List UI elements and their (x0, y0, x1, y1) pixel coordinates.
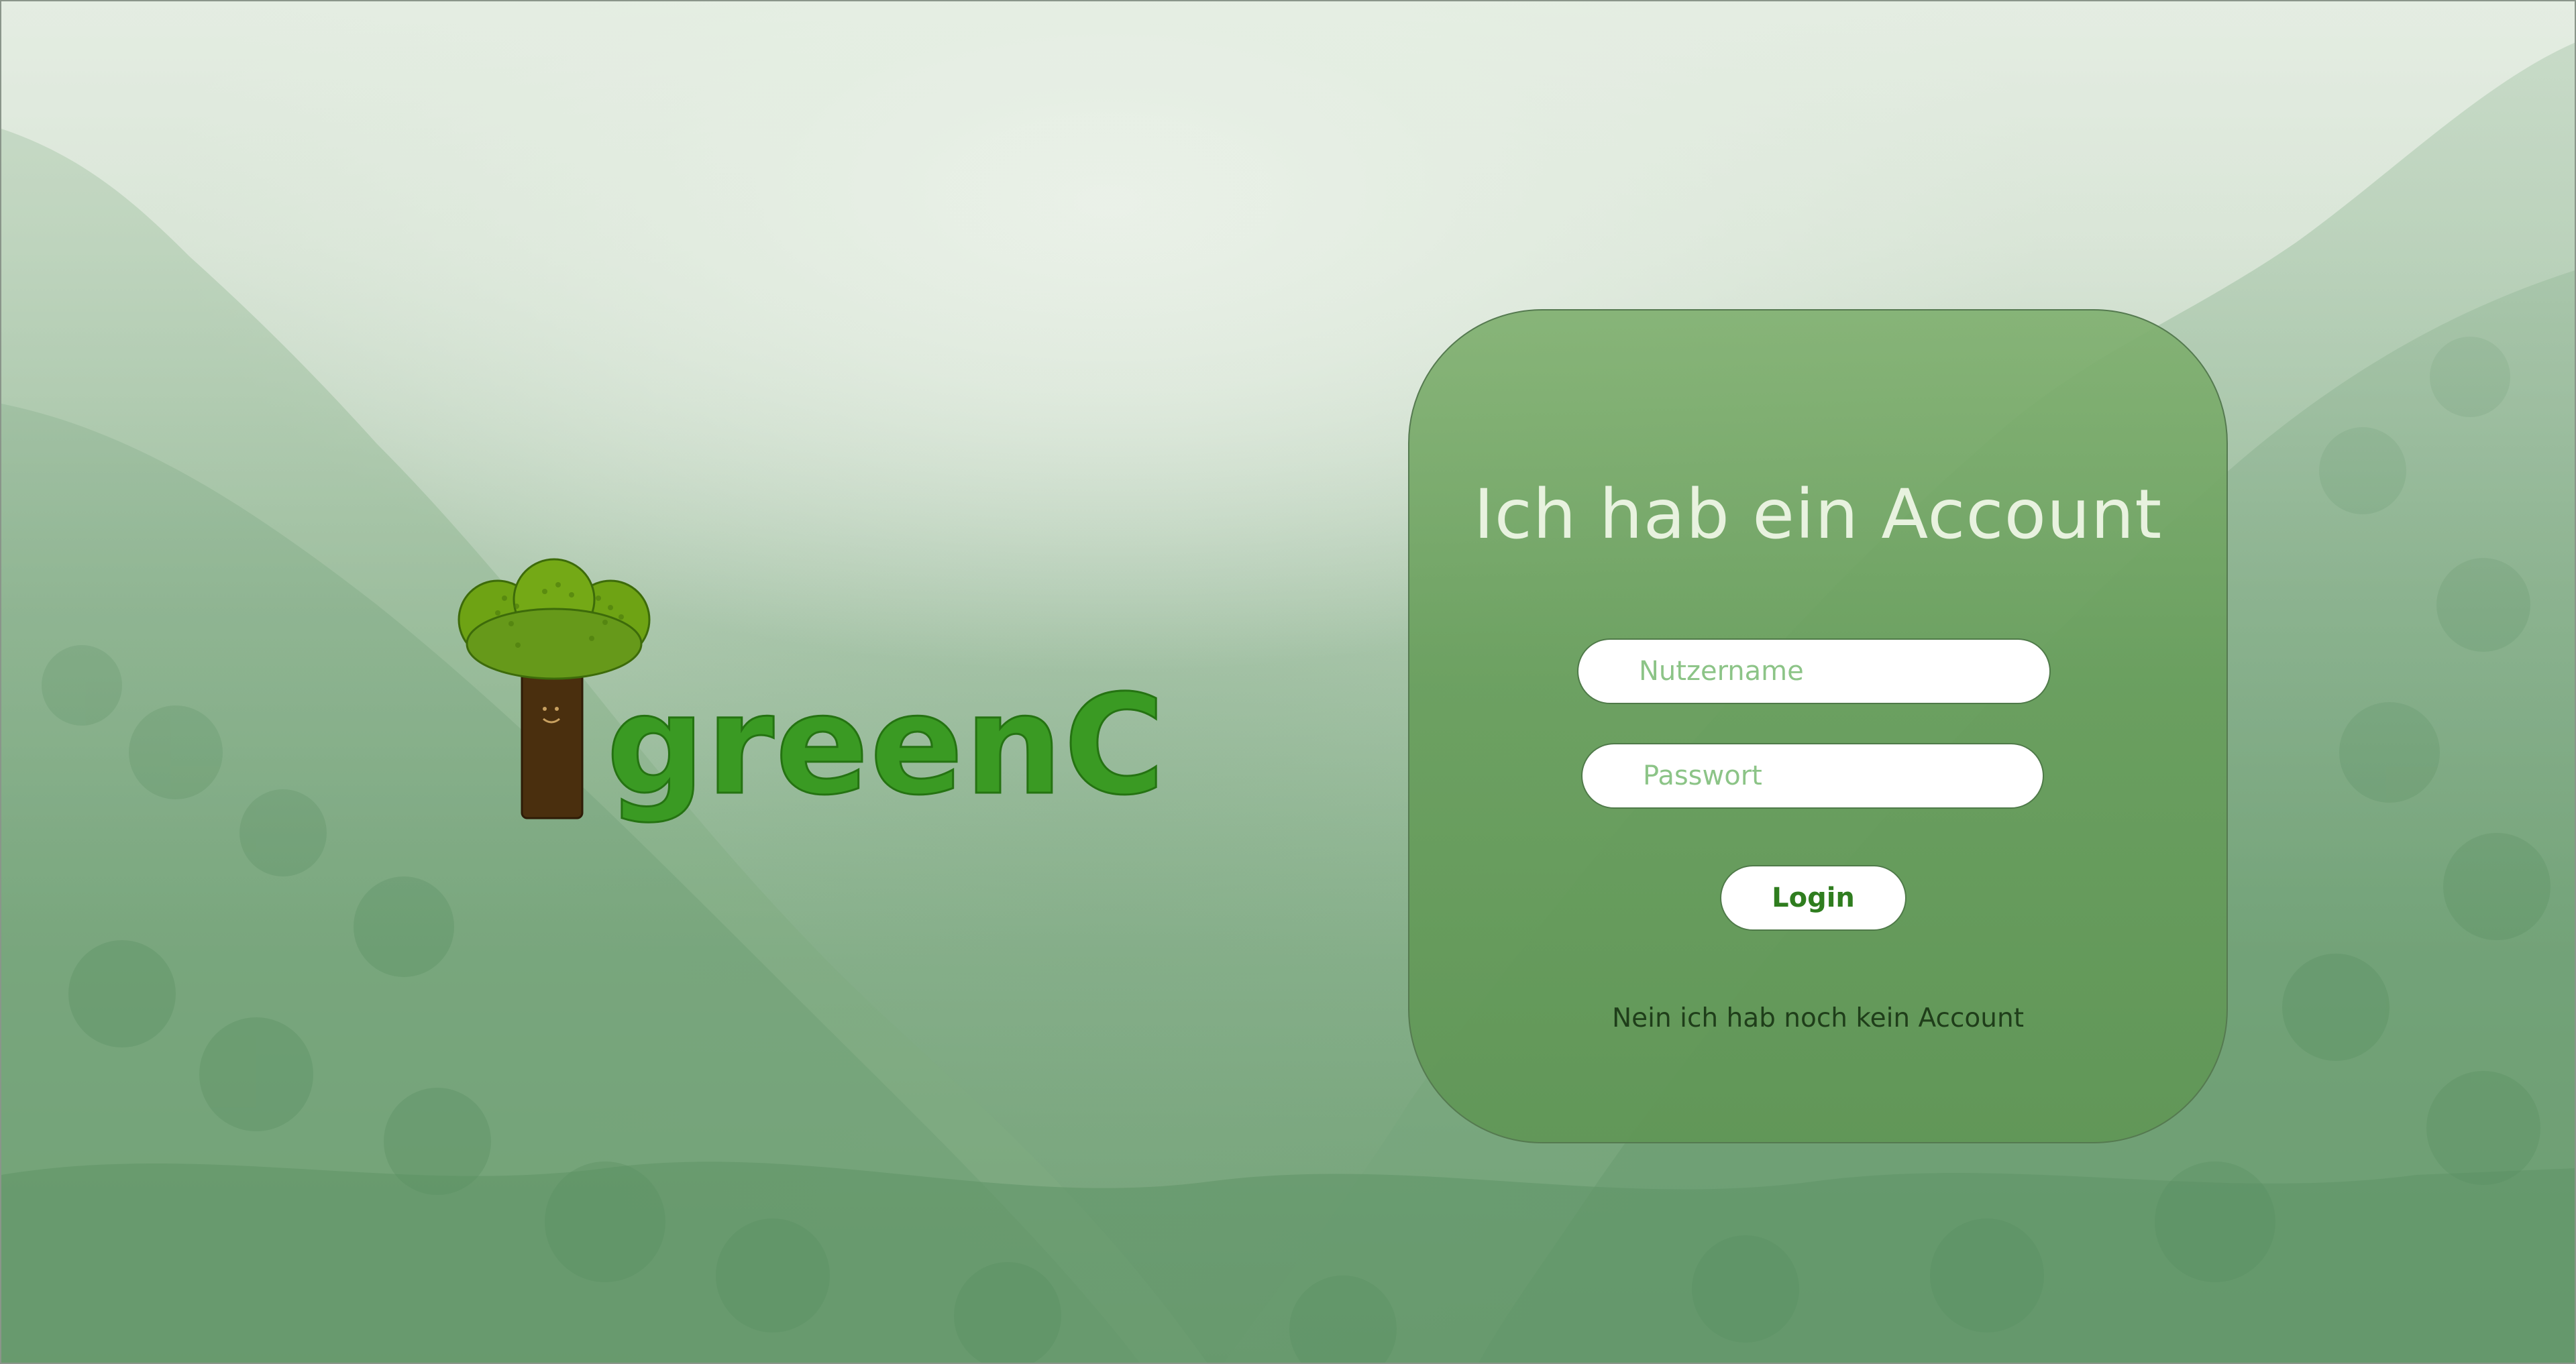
username-input[interactable] (1577, 638, 2051, 704)
brand-logo: greenC (458, 558, 1166, 826)
login-card: Ich hab ein Account Login Nein ich hab n… (1408, 309, 2228, 1143)
brand-name: greenC (605, 666, 1167, 826)
login-button[interactable]: Login (1720, 865, 1907, 931)
register-link[interactable]: Nein ich hab noch kein Account (1409, 1003, 2226, 1033)
login-title: Ich hab ein Account (1473, 475, 2163, 555)
password-input[interactable] (1581, 743, 2044, 809)
login-screen: greenC Ich hab ein Account Login Nein ic… (0, 0, 2576, 1364)
